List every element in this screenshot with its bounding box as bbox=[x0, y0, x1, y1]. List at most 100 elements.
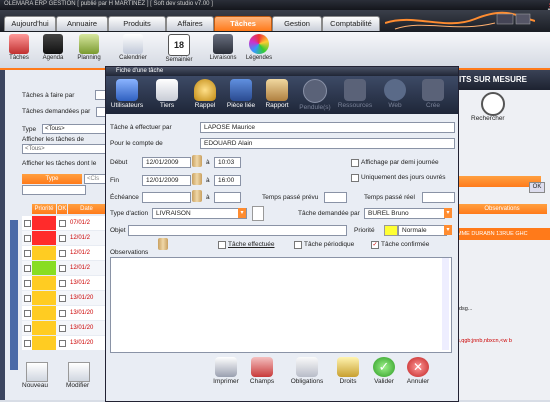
confirmee-checkbox[interactable]: ✓ bbox=[371, 241, 379, 249]
debut-calendar-icon[interactable] bbox=[192, 155, 202, 167]
search-icon[interactable] bbox=[481, 92, 505, 116]
rapport-button[interactable]: Rapport bbox=[258, 79, 296, 109]
echeance-calendar-icon[interactable] bbox=[192, 190, 202, 202]
objet-field[interactable] bbox=[128, 225, 347, 236]
a-effectuer-field[interactable]: LAPOSE Maurice bbox=[200, 122, 455, 133]
panel-splitter[interactable] bbox=[0, 70, 5, 400]
effectuee-checkbox[interactable] bbox=[218, 241, 226, 249]
toolbar-calendrier[interactable]: Calendrier bbox=[116, 34, 150, 61]
dialog-title-bar[interactable]: Fiche d'une tâche bbox=[106, 67, 458, 76]
ok-button[interactable]: OK bbox=[529, 182, 545, 193]
annuler-button[interactable]: ✕ Annuler bbox=[398, 357, 438, 385]
grid-date-header[interactable]: Date bbox=[68, 204, 105, 214]
toolbar-agenda[interactable]: Agenda bbox=[38, 34, 68, 61]
row-checkbox[interactable] bbox=[24, 325, 31, 332]
droits-button[interactable]: Droits bbox=[328, 357, 368, 385]
debut-date-field[interactable]: 12/01/2009 bbox=[142, 157, 191, 168]
compte-field[interactable]: EDOUARD Alain bbox=[200, 138, 455, 149]
table-row[interactable]: 12/01/2 bbox=[22, 246, 106, 260]
type-action-select[interactable]: LIVRAISON bbox=[152, 208, 247, 219]
debut-time-field[interactable]: 10:03 bbox=[214, 157, 241, 168]
row-checkbox[interactable] bbox=[24, 310, 31, 317]
web-button[interactable]: Web bbox=[376, 79, 414, 109]
priorite-select[interactable]: Normale bbox=[398, 225, 447, 236]
table-row[interactable]: 13/01/20 bbox=[22, 336, 106, 350]
observations-textarea[interactable] bbox=[110, 257, 452, 353]
row-checkbox[interactable] bbox=[24, 280, 31, 287]
fin-calendar-icon[interactable] bbox=[192, 173, 202, 185]
tab-comptabilite[interactable]: Comptabilité bbox=[322, 16, 380, 31]
tab-taches[interactable]: Tâches bbox=[214, 16, 272, 31]
table-row[interactable]: 07/01/2 bbox=[22, 216, 106, 230]
table-row[interactable]: 12/01/2 bbox=[22, 261, 106, 275]
note-icon[interactable] bbox=[252, 206, 264, 221]
grid-type-header[interactable]: Type bbox=[22, 174, 82, 184]
obligations-button[interactable]: Obligations bbox=[284, 357, 330, 385]
observations-header[interactable]: Observations bbox=[457, 204, 547, 214]
observations-scrollbar[interactable] bbox=[442, 258, 449, 350]
left-scroll-strip[interactable] bbox=[10, 220, 18, 370]
table-row[interactable]: 13/01/2 bbox=[22, 276, 106, 290]
modifier-button[interactable]: Modifier bbox=[66, 382, 89, 389]
observation-highlight[interactable]: MME DURABN 13RUE GHC bbox=[457, 228, 550, 240]
toolbar-planning[interactable]: Planning bbox=[74, 34, 104, 61]
tab-annuaire[interactable]: Annuaire bbox=[56, 16, 108, 31]
grid-ok-header[interactable]: OK bbox=[57, 204, 67, 214]
tiers-button[interactable]: Tiers bbox=[148, 79, 186, 109]
cree-button[interactable]: Crée bbox=[414, 79, 452, 109]
objet-calendar-icon[interactable] bbox=[158, 238, 168, 250]
toolbar-semainier[interactable]: 18 Semainier bbox=[162, 34, 196, 63]
row-checkbox[interactable] bbox=[24, 340, 31, 347]
row-checkbox[interactable] bbox=[24, 250, 31, 257]
temps-reel-field[interactable] bbox=[422, 192, 455, 203]
type-filter-field[interactable] bbox=[22, 185, 86, 195]
periodique-checkbox[interactable] bbox=[294, 241, 302, 249]
ressources-button[interactable]: Ressources bbox=[336, 79, 374, 109]
grid-priorite-header[interactable]: Priorité bbox=[32, 204, 56, 214]
row-checkbox[interactable] bbox=[24, 220, 31, 227]
fin-date-field[interactable]: 12/01/2009 bbox=[142, 175, 191, 186]
row-ok-checkbox[interactable] bbox=[59, 250, 66, 257]
echeance-date-field[interactable] bbox=[142, 192, 191, 203]
tab-gestion[interactable]: Gestion bbox=[272, 16, 322, 31]
pendule-button[interactable]: Pendule(s) bbox=[296, 79, 334, 111]
echeance-time-field[interactable] bbox=[214, 192, 241, 203]
row-checkbox[interactable] bbox=[24, 265, 31, 272]
toolbar-livraisons[interactable]: Livraisons bbox=[206, 34, 240, 61]
row-checkbox[interactable] bbox=[24, 295, 31, 302]
table-row[interactable]: 13/01/20 bbox=[22, 306, 106, 320]
piece-liee-button[interactable]: Pièce liée bbox=[222, 79, 260, 109]
affichage-demi-checkbox[interactable] bbox=[351, 159, 359, 167]
demandee-par-dropdown-icon[interactable]: ▾ bbox=[444, 208, 452, 218]
row-ok-checkbox[interactable] bbox=[59, 280, 66, 287]
row-ok-checkbox[interactable] bbox=[59, 340, 66, 347]
row-ok-checkbox[interactable] bbox=[59, 295, 66, 302]
row-ok-checkbox[interactable] bbox=[59, 310, 66, 317]
users-button[interactable]: Utilisateurs bbox=[108, 79, 146, 109]
toolbar-taches[interactable]: Tâches bbox=[4, 34, 34, 61]
table-row[interactable]: 12/01/2 bbox=[22, 231, 106, 245]
rechercher-button[interactable]: Rechercher bbox=[471, 115, 505, 122]
nouveau-button[interactable]: Nouveau bbox=[22, 382, 48, 389]
jours-ouvres-checkbox[interactable] bbox=[351, 174, 359, 182]
fin-time-field[interactable]: 16:00 bbox=[214, 175, 241, 186]
temps-prevu-field[interactable] bbox=[324, 192, 347, 203]
table-row[interactable]: 13/01/20 bbox=[22, 291, 106, 305]
row-ok-checkbox[interactable] bbox=[59, 265, 66, 272]
row-ok-checkbox[interactable] bbox=[59, 235, 66, 242]
demandee-par-select[interactable]: BUREL Bruno bbox=[364, 208, 445, 219]
priorite-dropdown-icon[interactable]: ▾ bbox=[444, 225, 452, 235]
toolbar-legendes[interactable]: Légendes bbox=[242, 34, 276, 61]
row-checkbox[interactable] bbox=[24, 235, 31, 242]
afficher-de-field[interactable]: <Tous> bbox=[22, 144, 106, 154]
rappel-button[interactable]: Rappel bbox=[186, 79, 224, 109]
table-row[interactable]: 13/01/20 bbox=[22, 321, 106, 335]
row-ok-checkbox[interactable] bbox=[59, 220, 66, 227]
tab-affaires[interactable]: Affaires bbox=[166, 16, 214, 31]
imprimer-button[interactable]: Imprimer bbox=[206, 357, 246, 385]
type-select[interactable]: <Tous> bbox=[42, 124, 106, 134]
tab-produits[interactable]: Produits bbox=[108, 16, 166, 31]
tab-aujourdhui[interactable]: Aujourd'hui bbox=[4, 16, 56, 31]
champs-button[interactable]: Champs bbox=[242, 357, 282, 385]
row-ok-checkbox[interactable] bbox=[59, 325, 66, 332]
